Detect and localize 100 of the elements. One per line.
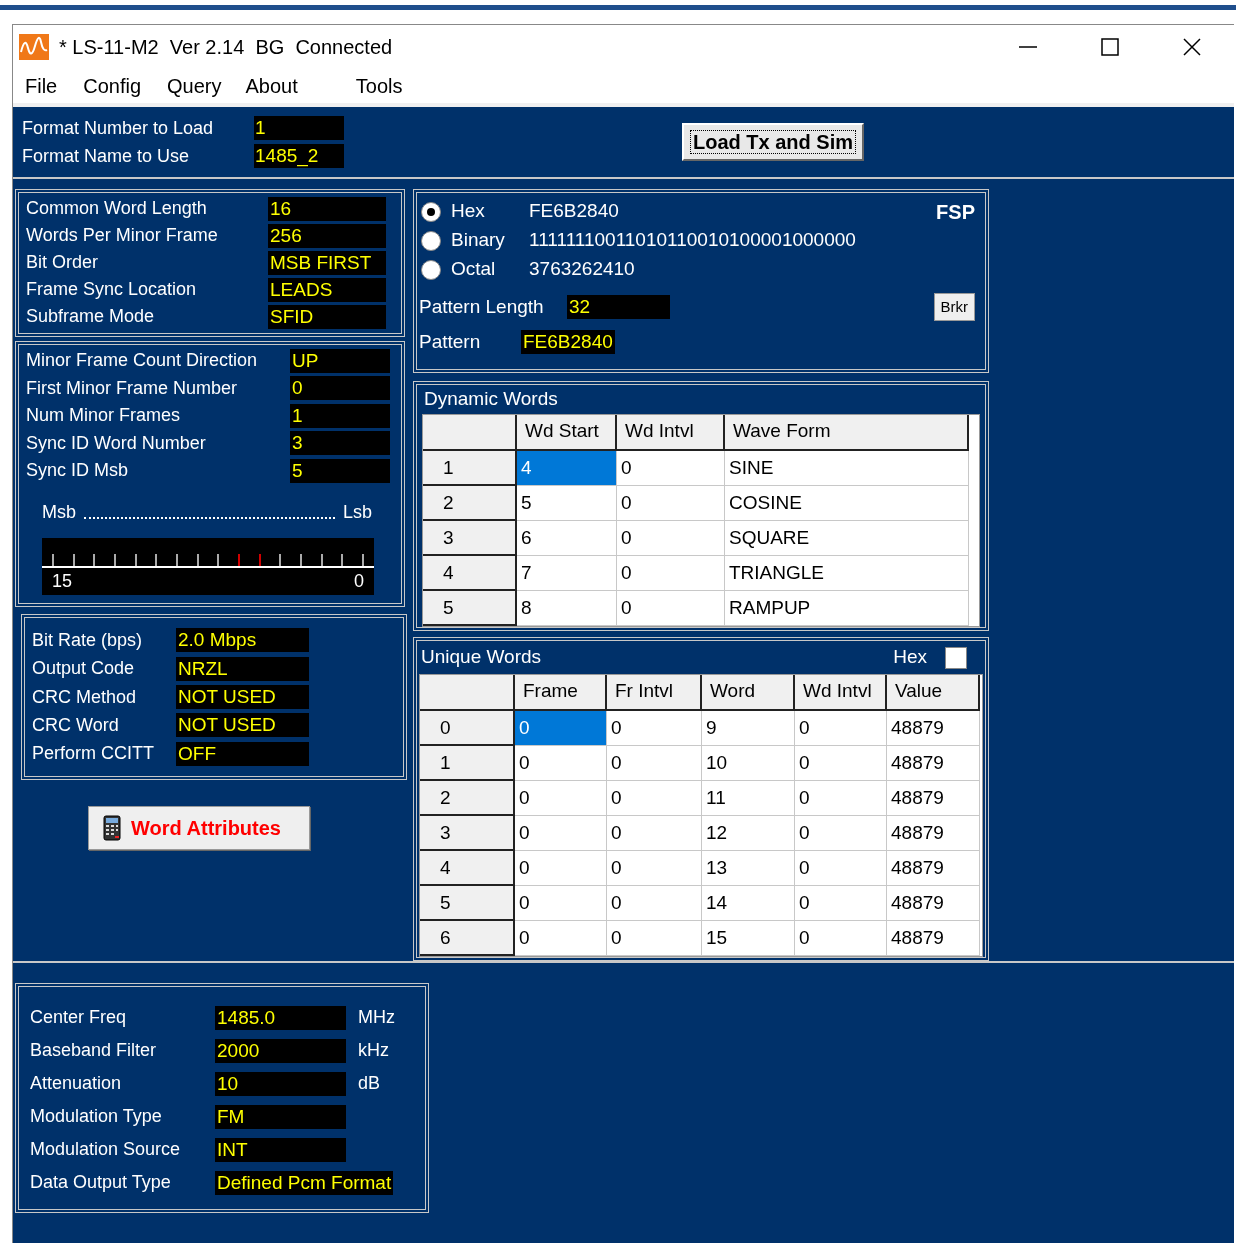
value-field[interactable]: UP [290, 348, 390, 373]
value-field[interactable]: Defined Pcm Format [215, 1170, 394, 1195]
field-label: Sync ID Msb [26, 459, 130, 483]
menu-item[interactable]: About [245, 71, 298, 101]
table-cell[interactable]: 0 [617, 486, 725, 521]
value-field[interactable]: 32 [567, 295, 670, 319]
table-cell[interactable]: 0 [617, 521, 725, 556]
value-field[interactable]: SFID [268, 304, 386, 329]
column-header: Fr Intvl [607, 675, 702, 711]
column-header: Wd Intvl [617, 415, 725, 451]
table-cell[interactable]: 0 [795, 851, 887, 886]
table-cell[interactable]: 0 [515, 921, 607, 956]
table-cell[interactable]: TRIANGLE [725, 556, 969, 591]
table-cell[interactable]: 14 [702, 886, 795, 921]
table-cell[interactable]: 0 [515, 711, 607, 746]
table-cell[interactable]: 15 [702, 921, 795, 956]
table-cell[interactable]: 11 [702, 781, 795, 816]
table-cell[interactable]: 0 [515, 746, 607, 781]
table-cell[interactable]: 48879 [887, 711, 980, 746]
value-field[interactable]: 1 [254, 116, 344, 140]
calculator-icon [103, 815, 121, 841]
value-field[interactable]: FM [215, 1104, 346, 1129]
column-header: Frame [515, 675, 607, 711]
table-cell[interactable]: 48879 [887, 851, 980, 886]
table-cell[interactable]: 0 [607, 851, 702, 886]
table-cell[interactable]: COSINE [725, 486, 969, 521]
value-field[interactable]: LEADS [268, 277, 386, 302]
value-field[interactable]: 2.0 Mbps [176, 628, 309, 653]
table-cell[interactable]: 0 [795, 816, 887, 851]
panel-title: Dynamic Words [424, 387, 558, 412]
table-cell[interactable]: 7 [517, 556, 617, 591]
table-cell[interactable]: 0 [795, 921, 887, 956]
table-cell[interactable]: 0 [607, 781, 702, 816]
table-cell[interactable]: 0 [607, 711, 702, 746]
column-header: Wd Intvl [795, 675, 887, 711]
value-field[interactable]: INT [215, 1137, 346, 1162]
table-cell[interactable]: SINE [725, 451, 969, 486]
table-cell[interactable]: 0 [617, 591, 725, 626]
table-cell[interactable]: 8 [517, 591, 617, 626]
menu-item[interactable]: Tools [355, 71, 403, 101]
value-field[interactable]: MSB FIRST [268, 250, 386, 275]
table-cell[interactable]: 48879 [887, 816, 980, 851]
table-cell[interactable]: 0 [795, 886, 887, 921]
value-field[interactable]: NOT USED [176, 713, 309, 738]
load-button[interactable]: Load Tx and Sim [682, 123, 865, 161]
table-cell[interactable]: 12 [702, 816, 795, 851]
value-field[interactable]: NOT USED [176, 685, 309, 709]
table-cell[interactable]: 48879 [887, 781, 980, 816]
table-cell[interactable]: 0 [515, 851, 607, 886]
table-cell[interactable]: 6 [517, 521, 617, 556]
radio-button[interactable] [421, 201, 441, 222]
table-cell[interactable]: 0 [607, 746, 702, 781]
radio-button[interactable] [421, 259, 441, 280]
value-field[interactable]: 0 [290, 376, 390, 401]
radio-button[interactable] [421, 230, 441, 251]
value-field[interactable]: 5 [290, 458, 390, 483]
value-field[interactable]: 1 [290, 403, 390, 428]
value-field[interactable]: 1485.0 [215, 1005, 346, 1030]
app-icon [19, 34, 49, 60]
field-label: Output Code [32, 657, 136, 681]
table-cell[interactable]: 0 [795, 711, 887, 746]
bit-number: 0 [354, 569, 364, 593]
lsb-label: Lsb [342, 500, 372, 524]
table-cell[interactable]: RAMPUP [725, 591, 969, 626]
table-cell[interactable]: 0 [617, 451, 725, 486]
table-cell[interactable]: SQUARE [725, 521, 969, 556]
brkr-button[interactable]: Brkr [933, 293, 975, 321]
table-cell[interactable]: 13 [702, 851, 795, 886]
menu-item[interactable]: Query [167, 71, 222, 101]
table-cell[interactable]: 0 [515, 816, 607, 851]
table-cell[interactable]: 0 [795, 781, 887, 816]
value-field[interactable]: 10 [215, 1071, 346, 1096]
table-cell[interactable]: 0 [515, 886, 607, 921]
value-field[interactable]: 2000 [215, 1038, 346, 1063]
value-field[interactable]: FE6B2840 [521, 330, 615, 354]
table-cell[interactable]: 0 [795, 746, 887, 781]
hex-checkbox[interactable] [945, 646, 967, 669]
table-cell[interactable]: 10 [702, 746, 795, 781]
table-cell[interactable]: 0 [515, 781, 607, 816]
table-cell[interactable]: 0 [617, 556, 725, 591]
value-field[interactable]: 256 [268, 223, 386, 248]
table-cell[interactable]: 4 [517, 451, 617, 486]
table-cell[interactable]: 0 [607, 886, 702, 921]
table-cell[interactable]: 9 [702, 711, 795, 746]
value-field[interactable]: OFF [176, 741, 309, 766]
table-cell[interactable]: 5 [517, 486, 617, 521]
table-cell[interactable]: 48879 [887, 746, 980, 781]
value-field[interactable]: 3 [290, 431, 390, 456]
maximize-icon[interactable] [1100, 37, 1120, 57]
value-field[interactable]: 1485_2 [254, 144, 344, 168]
close-icon[interactable] [1182, 37, 1202, 57]
value-field[interactable]: NRZL [176, 656, 309, 681]
table-cell[interactable]: 0 [607, 816, 702, 851]
menu-item[interactable]: File [25, 71, 58, 101]
value-field[interactable]: 16 [268, 196, 386, 221]
table-cell[interactable]: 48879 [887, 921, 980, 956]
menu-item[interactable]: Config [83, 71, 142, 101]
table-cell[interactable]: 48879 [887, 886, 980, 921]
radio-label: Hex [451, 199, 486, 224]
table-cell[interactable]: 0 [607, 921, 702, 956]
